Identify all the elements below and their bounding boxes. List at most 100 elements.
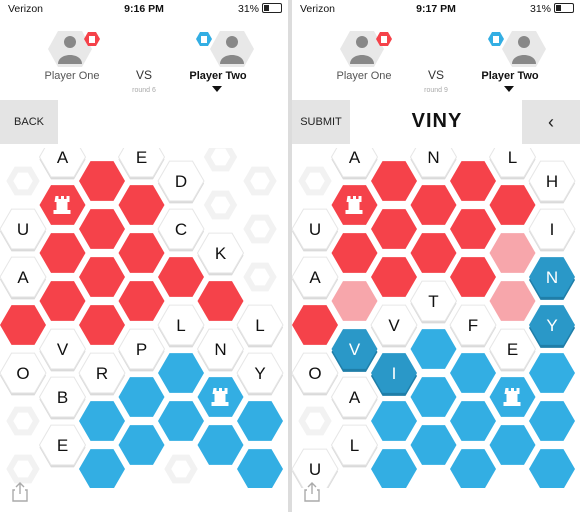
hex-tile[interactable]: L [330, 424, 379, 468]
hex-tile[interactable] [118, 281, 165, 321]
hex-tile[interactable] [410, 377, 457, 417]
hex-tile[interactable] [79, 161, 125, 201]
game-board[interactable]: U A O A V B E R E P D C L K N L Y [0, 148, 288, 488]
share-icon[interactable] [12, 482, 28, 502]
share-icon[interactable] [304, 482, 320, 502]
hex-tile[interactable]: L [157, 304, 205, 348]
hex-tile[interactable] [529, 449, 575, 488]
hex-tile[interactable] [158, 353, 204, 393]
hex-tile[interactable] [450, 353, 496, 393]
hex-tile[interactable]: B [38, 376, 87, 420]
hex-tile[interactable] [331, 281, 378, 321]
hex-tile[interactable]: N [529, 257, 575, 300]
hex-tile[interactable] [489, 281, 536, 321]
hex-tile[interactable]: Y [529, 305, 575, 348]
hex-tile[interactable] [410, 329, 457, 369]
hex-tile[interactable] [489, 425, 536, 465]
hex-tile[interactable]: V [38, 328, 87, 372]
hex-tile[interactable] [118, 233, 165, 273]
hex-tile[interactable]: H [528, 160, 576, 204]
hex-tile[interactable]: K [196, 232, 245, 276]
base-tile[interactable] [331, 185, 378, 225]
hex-tile[interactable]: C [157, 208, 205, 252]
hex-tile[interactable]: A [38, 148, 87, 180]
hex-tile[interactable] [371, 449, 417, 488]
hex-tile[interactable]: N [409, 148, 458, 180]
hex-tile[interactable] [371, 161, 417, 201]
hex-tile[interactable]: Y [236, 352, 284, 396]
hex-tile[interactable] [197, 281, 244, 321]
hex-tile[interactable] [450, 401, 496, 441]
hex-tile[interactable]: O [292, 352, 339, 396]
hex-tile[interactable] [371, 257, 417, 297]
hex-tile[interactable]: R [78, 352, 126, 396]
hex-tile[interactable] [331, 233, 378, 273]
hex-tile[interactable]: F [449, 304, 497, 348]
hex-tile[interactable] [79, 257, 125, 297]
hex-tile[interactable]: P [117, 328, 166, 372]
hex-tile[interactable]: V [370, 304, 418, 348]
hex-tile[interactable] [410, 185, 457, 225]
hex-tile[interactable] [237, 401, 283, 441]
base-tile[interactable] [489, 377, 536, 417]
hex-tile[interactable] [39, 281, 86, 321]
hex-tile[interactable]: A [330, 376, 379, 420]
hex-tile[interactable] [529, 353, 575, 393]
hex-tile[interactable]: O [0, 352, 47, 396]
hex-tile[interactable]: D [157, 160, 205, 204]
hex-tile[interactable] [39, 233, 86, 273]
game-board[interactable]: U A O U A V A L V I N T F L E H I N Y [292, 148, 580, 488]
hex-tile[interactable]: E [488, 328, 537, 372]
hex-tile[interactable]: E [38, 424, 87, 468]
hex-tile[interactable] [410, 233, 457, 273]
player-one[interactable]: Player One [316, 24, 412, 104]
base-tile[interactable] [39, 185, 86, 225]
player-one[interactable]: Player One [24, 24, 120, 104]
hex-board-left[interactable]: U A O A V B E R E P D C L K N L Y [0, 148, 288, 488]
backspace-button[interactable]: ‹ [522, 100, 580, 144]
hex-tile[interactable] [197, 425, 244, 465]
hex-tile[interactable] [237, 449, 283, 488]
hex-tile[interactable]: A [330, 148, 379, 180]
hex-tile[interactable] [158, 401, 204, 441]
hex-tile[interactable] [410, 425, 457, 465]
hex-tile[interactable]: E [117, 148, 166, 180]
hex-tile[interactable] [79, 305, 125, 345]
submit-button[interactable]: SUBMIT [292, 100, 350, 144]
hex-tile[interactable] [529, 401, 575, 441]
hex-tile[interactable]: T [409, 280, 458, 324]
hex-tile[interactable] [158, 257, 204, 297]
hex-tile[interactable] [0, 305, 46, 345]
hex-tile[interactable]: N [196, 328, 245, 372]
hex-tile[interactable] [118, 425, 165, 465]
hex-tile[interactable] [450, 257, 496, 297]
hex-tile[interactable] [450, 161, 496, 201]
hex-tile[interactable] [79, 401, 125, 441]
hex-tile[interactable] [450, 209, 496, 249]
hex-tile[interactable] [371, 401, 417, 441]
hex-tile[interactable]: U [292, 208, 339, 252]
hex-tile[interactable] [450, 449, 496, 488]
player-two[interactable]: Player Two [170, 24, 266, 104]
hex-tile[interactable]: I [371, 353, 417, 396]
hex-board-right[interactable]: U A O U A V A L V I N T F L E H I N Y [292, 148, 580, 488]
hex-tile[interactable]: I [528, 208, 576, 252]
hex-tile[interactable]: V [331, 329, 378, 372]
hex-tile[interactable]: A [0, 256, 47, 300]
player-two[interactable]: Player Two [462, 24, 558, 104]
hex-tile[interactable]: L [488, 148, 537, 180]
hex-tile[interactable] [292, 305, 338, 345]
hex-tile[interactable] [371, 209, 417, 249]
hex-tile[interactable]: U [0, 208, 47, 252]
base-tile[interactable] [197, 377, 244, 417]
hex-tile[interactable] [118, 185, 165, 225]
player-two-avatar [196, 31, 254, 67]
hex-tile[interactable] [118, 377, 165, 417]
hex-tile[interactable] [79, 449, 125, 488]
hex-tile[interactable]: A [292, 256, 339, 300]
hex-tile[interactable] [489, 233, 536, 273]
hex-tile[interactable] [489, 185, 536, 225]
back-button[interactable]: BACK [0, 100, 58, 144]
hex-tile[interactable] [79, 209, 125, 249]
hex-tile[interactable]: L [236, 304, 284, 348]
